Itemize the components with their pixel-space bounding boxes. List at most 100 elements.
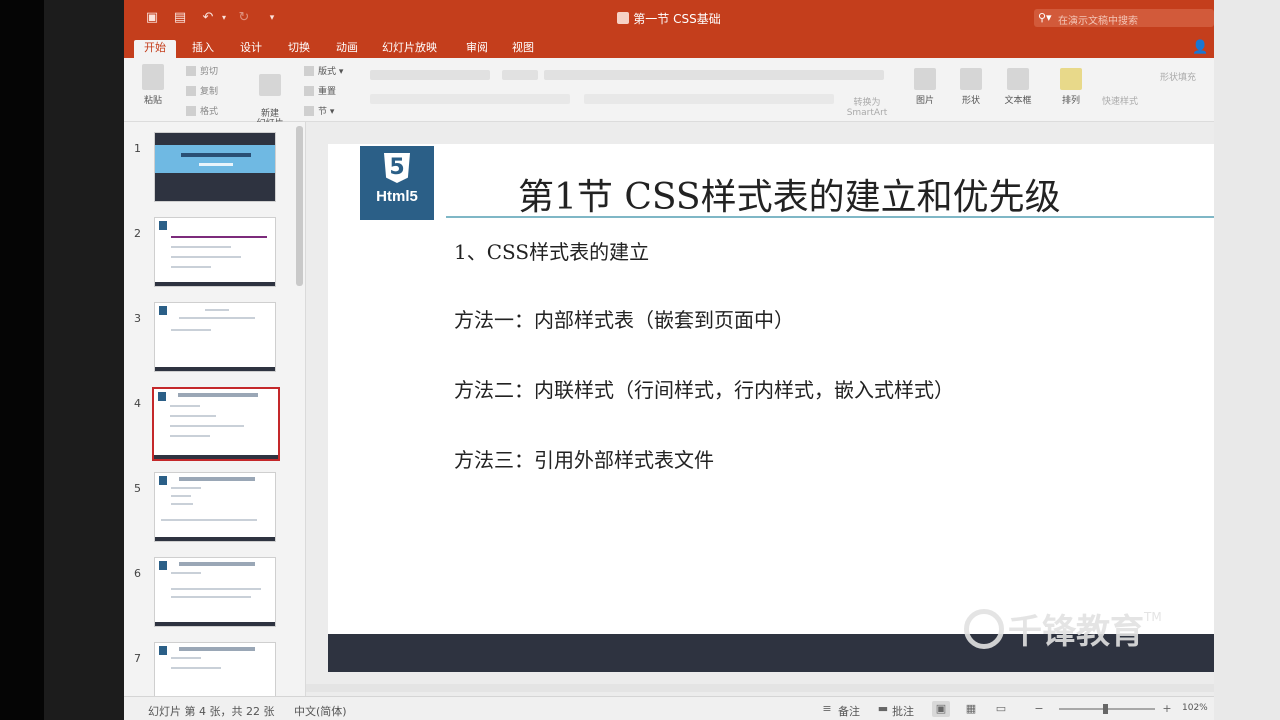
thumbnail-number: 5	[134, 482, 141, 495]
thumbnail-number: 7	[134, 652, 141, 665]
search-icon: ⚲▾	[1038, 11, 1052, 24]
tab-review[interactable]: 审阅	[466, 40, 488, 56]
thumbnail-text-line	[170, 415, 216, 417]
thumbnail-item-4[interactable]: 4	[124, 387, 305, 467]
copy-button[interactable]: 复制	[186, 84, 218, 97]
tab-insert[interactable]: 插入	[192, 40, 214, 56]
arrange-button[interactable]: 排列	[1056, 68, 1086, 106]
thumbnail-item-5[interactable]: 5	[124, 472, 305, 552]
thumbnail-scrollbar[interactable]	[296, 126, 303, 286]
brush-icon	[186, 106, 196, 116]
font-size-box[interactable]	[502, 70, 538, 80]
horizontal-scrollbar[interactable]	[306, 684, 1214, 692]
thumbnail-slide-4-selected[interactable]	[152, 387, 280, 461]
scissors-icon	[186, 66, 196, 76]
comments-button[interactable]: 批注	[892, 703, 914, 719]
thumbnail-footer	[155, 622, 275, 626]
search-box[interactable]: ⚲▾ 在演示文稿中搜索	[1034, 9, 1214, 27]
slide-body-line[interactable]: 方法一：内部样式表（嵌套到页面中）	[454, 304, 794, 333]
slide-title[interactable]: 第1节 CSS样式表的建立和优先级	[518, 168, 1061, 220]
font-format-row[interactable]	[370, 94, 570, 104]
share-user-icon[interactable]: 👤	[1192, 40, 1208, 55]
section-label: 节	[318, 107, 328, 117]
comments-icon[interactable]: ▬	[874, 701, 892, 717]
zoom-out-icon[interactable]: −	[1030, 701, 1048, 717]
reading-view-icon[interactable]: ▭	[992, 701, 1010, 717]
paste-button[interactable]: 粘贴	[138, 64, 168, 106]
picture-button[interactable]: 图片	[910, 68, 940, 106]
picture-icon	[914, 68, 936, 90]
tab-slideshow[interactable]: 幻灯片放映	[382, 40, 437, 56]
thumbnail-slide-5[interactable]	[154, 472, 276, 542]
zoom-slider-knob[interactable]	[1103, 704, 1108, 714]
thumbnail-item-6[interactable]: 6	[124, 557, 305, 637]
thumbnail-text-line	[171, 572, 201, 574]
slide-sorter-icon[interactable]: ▦	[962, 701, 980, 717]
slide-thumbnail-pane: 1 2 3 4 5 6 7	[124, 122, 306, 696]
language-indicator[interactable]: 中文(简体)	[294, 703, 347, 719]
watermark-text: 千锋教育	[1008, 612, 1144, 652]
thumbnail-slide-1[interactable]	[154, 132, 276, 202]
thumbnail-slide-6[interactable]	[154, 557, 276, 627]
thumbnail-item-2[interactable]: 2	[124, 217, 305, 297]
thumbnail-text-line	[171, 236, 267, 238]
clipboard-icon	[142, 64, 164, 90]
zoom-level[interactable]: 102%	[1182, 703, 1208, 713]
slide-body-line[interactable]: 1、CSS样式表的建立	[454, 236, 649, 265]
textbox-button[interactable]: 文本框	[1000, 68, 1036, 106]
reset-button[interactable]: 重置	[304, 84, 336, 97]
thumbnail-text-line	[171, 588, 261, 590]
thumbnail-text-line	[171, 329, 211, 331]
shape-fill-button[interactable]: 形状填充	[1154, 70, 1202, 83]
copy-icon	[186, 86, 196, 96]
thumbnail-slide-3[interactable]	[154, 302, 276, 372]
thumbnail-text-line	[171, 256, 241, 258]
thumbnail-slide-7[interactable]	[154, 642, 276, 696]
thumbnail-slide-2[interactable]	[154, 217, 276, 287]
section-button[interactable]: 节 ▾	[304, 104, 334, 117]
thumbnail-subtitle-line	[199, 163, 233, 166]
font-name-box[interactable]	[370, 70, 490, 80]
thumbnail-logo	[159, 646, 167, 655]
cut-button[interactable]: 剪切	[186, 64, 218, 77]
watermark-tm: TM	[1144, 610, 1162, 624]
convert-smartart-label: 转换为 SmartArt	[846, 98, 888, 118]
alignment-row[interactable]	[584, 94, 834, 104]
thumbnail-text-line	[171, 657, 201, 659]
format-painter-button[interactable]: 格式	[186, 104, 218, 117]
slide-body-line[interactable]: 方法三：引用外部样式表文件	[454, 444, 714, 473]
quick-styles-button[interactable]: 快速样式	[1098, 94, 1142, 107]
thumbnail-item-3[interactable]: 3	[124, 302, 305, 382]
ribbon-tabs: 开始 插入 设计 切换 动画 幻灯片放映 审阅 视图	[124, 38, 1214, 58]
tab-design[interactable]: 设计	[240, 40, 262, 56]
thumbnail-item-1[interactable]: 1	[124, 132, 305, 212]
thumbnail-item-7[interactable]: 7	[124, 642, 305, 696]
tab-transitions[interactable]: 切换	[288, 40, 310, 56]
section-icon	[304, 106, 314, 116]
thumbnail-text-line	[170, 435, 210, 437]
zoom-in-icon[interactable]: +	[1158, 701, 1176, 717]
tab-home[interactable]: 开始	[134, 40, 176, 58]
slide-body-line[interactable]: 方法二：内联样式（行间样式，行内样式，嵌入式样式）	[454, 374, 954, 403]
normal-view-icon[interactable]: ▣	[932, 701, 950, 717]
thumbnail-number: 4	[134, 397, 141, 410]
textbox-label: 文本框	[1004, 96, 1032, 106]
thumbnail-text-line	[171, 487, 201, 489]
new-slide-button[interactable]: 新建 幻灯片	[250, 64, 290, 129]
layout-button[interactable]: 版式 ▾	[304, 64, 343, 77]
convert-smartart-button[interactable]: 转换为 SmartArt	[842, 88, 892, 118]
video-frame-right	[1214, 0, 1280, 720]
thumbnail-text-line	[170, 405, 200, 407]
tab-animations[interactable]: 动画	[336, 40, 358, 56]
thumbnail-band	[155, 145, 275, 173]
tab-view[interactable]: 视图	[512, 40, 534, 56]
thumbnail-text-line	[171, 246, 231, 248]
notes-button[interactable]: 备注	[838, 703, 860, 719]
zoom-slider[interactable]	[1059, 704, 1155, 714]
paragraph-row[interactable]	[544, 70, 884, 80]
shape-label: 形状	[961, 96, 980, 106]
current-slide[interactable]: 5 Html5 第1节 CSS样式表的建立和优先级 1、CSS样式表的建立 方法…	[328, 144, 1214, 672]
reset-label: 重置	[318, 87, 337, 97]
notes-icon[interactable]: ≡	[818, 701, 836, 717]
shape-button[interactable]: 形状	[956, 68, 986, 106]
